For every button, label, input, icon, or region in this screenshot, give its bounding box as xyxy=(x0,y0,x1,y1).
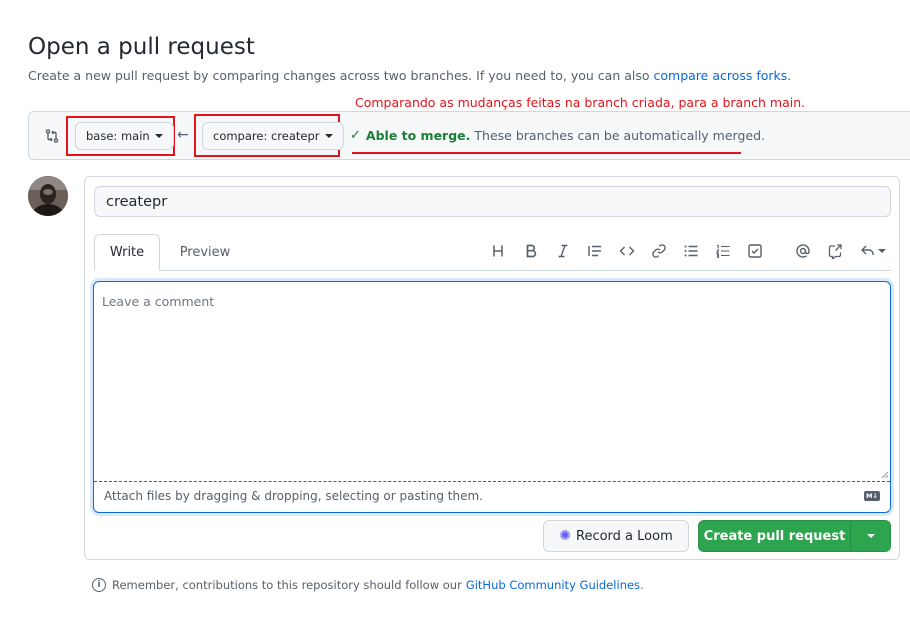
base-branch-label: base: main xyxy=(86,129,150,143)
compare-across-forks-link[interactable]: compare across forks xyxy=(654,68,788,83)
annotation-underline xyxy=(352,152,741,154)
info-icon: i xyxy=(92,578,106,592)
check-icon: ✓ xyxy=(350,128,361,143)
italic-icon[interactable] xyxy=(553,241,573,261)
markdown-icon[interactable]: M↓ xyxy=(864,491,880,501)
comment-placeholder: Leave a comment xyxy=(102,294,215,309)
mention-icon[interactable] xyxy=(793,241,813,261)
loom-icon: ✺ xyxy=(559,528,571,544)
git-compare-icon xyxy=(44,128,60,144)
record-loom-label: Record a Loom xyxy=(576,528,673,544)
arrow-left-icon: ← xyxy=(177,127,189,143)
attach-files-text[interactable]: Attach files by dragging & dropping, sel… xyxy=(104,489,483,503)
merge-status-text: These branches can be automatically merg… xyxy=(474,128,765,143)
title-input[interactable]: createpr xyxy=(94,186,891,217)
footer-text: Remember, contributions to this reposito… xyxy=(112,578,462,592)
compare-branch-select[interactable]: compare: createpr xyxy=(202,122,344,150)
attach-divider xyxy=(94,481,890,482)
annotation-text: Comparando as mudanças feitas na branch … xyxy=(355,95,806,110)
cross-reference-icon[interactable] xyxy=(825,241,845,261)
quote-icon[interactable] xyxy=(585,241,605,261)
task-list-icon[interactable] xyxy=(745,241,765,261)
base-branch-select[interactable]: base: main xyxy=(75,122,174,150)
community-guidelines-link[interactable]: GitHub Community Guidelines xyxy=(466,578,640,592)
avatar[interactable] xyxy=(28,176,68,216)
record-loom-button[interactable]: ✺ Record a Loom xyxy=(543,520,689,552)
code-icon[interactable] xyxy=(617,241,637,261)
page-title: Open a pull request xyxy=(28,34,255,60)
footer-period: . xyxy=(640,578,644,592)
reply-icon[interactable] xyxy=(858,241,888,261)
comment-textarea[interactable] xyxy=(93,281,891,513)
merge-status-strong: Able to merge. xyxy=(365,128,471,143)
subtitle-period: . xyxy=(787,68,792,83)
chevron-down-icon xyxy=(878,249,886,253)
link-icon[interactable] xyxy=(649,241,669,261)
chevron-down-icon xyxy=(324,134,333,138)
merge-status: ✓ Able to merge. These branches can be a… xyxy=(350,128,765,143)
subtitle-text: Create a new pull request by comparing c… xyxy=(28,68,650,83)
footer-note: i Remember, contributions to this reposi… xyxy=(92,578,644,592)
page-subtitle: Create a new pull request by comparing c… xyxy=(28,68,791,83)
create-options-dropdown[interactable] xyxy=(850,520,891,552)
heading-icon[interactable] xyxy=(489,241,509,261)
create-pull-request-button[interactable]: Create pull request xyxy=(698,520,851,552)
ordered-list-icon[interactable] xyxy=(713,241,733,261)
bold-icon[interactable] xyxy=(521,241,541,261)
tab-preview[interactable]: Preview xyxy=(170,234,240,271)
chevron-down-icon xyxy=(154,134,163,138)
resize-handle-icon[interactable] xyxy=(880,470,889,479)
unordered-list-icon[interactable] xyxy=(681,241,701,261)
compare-branch-label: compare: createpr xyxy=(213,129,320,143)
tab-write[interactable]: Write xyxy=(94,234,160,271)
chevron-down-icon xyxy=(866,534,875,538)
